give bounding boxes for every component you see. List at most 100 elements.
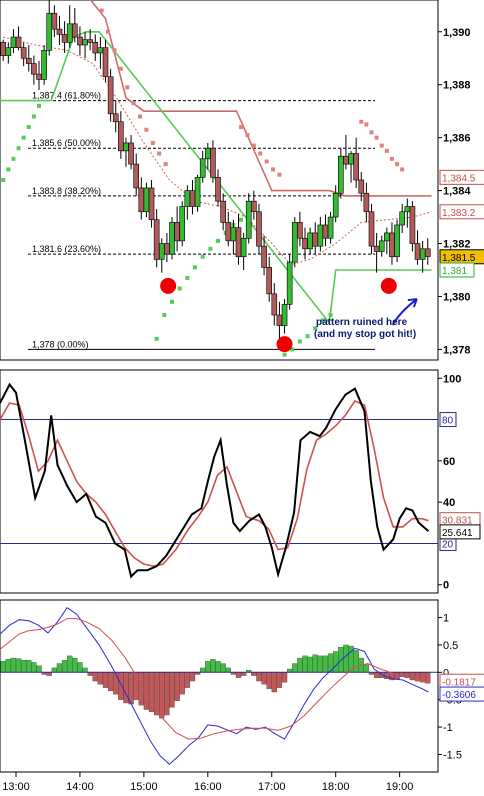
candle-body xyxy=(158,243,165,260)
candle-body xyxy=(169,222,175,255)
candle-body xyxy=(235,227,242,258)
macd-hist-bar xyxy=(159,672,165,719)
candle-body xyxy=(271,293,278,316)
macd-hist-bar xyxy=(215,661,221,673)
macd-hist-bar xyxy=(235,672,242,678)
psar-red-dot xyxy=(400,167,405,172)
candle xyxy=(286,254,293,310)
candle-body xyxy=(266,267,272,295)
psar-green-dot xyxy=(185,275,190,280)
price-tick-5: 1,380 xyxy=(443,291,471,303)
macd-hist-bar xyxy=(92,672,98,682)
candle-body xyxy=(92,42,99,54)
macd-hist-bar xyxy=(107,672,114,692)
candle-body xyxy=(384,232,390,242)
marker-dot-0 xyxy=(160,277,177,294)
psar-green-dot xyxy=(37,103,42,108)
macd-tick-5: -1.5 xyxy=(443,749,462,761)
candle-body xyxy=(302,237,308,250)
candle-body xyxy=(291,222,298,263)
macd-hist-bar xyxy=(51,667,58,673)
psar-red-dot xyxy=(364,122,369,127)
stochastic-panel[interactable]: 10060400802030.83125.641 xyxy=(0,369,481,594)
psar-green-dot xyxy=(16,146,21,151)
macd-hist-bar xyxy=(123,672,129,704)
macd-hist-bar xyxy=(113,672,119,695)
macd-hist-bar xyxy=(61,660,68,673)
candle-body xyxy=(327,216,334,239)
candle-body xyxy=(322,224,329,239)
time-tick-1: 14:00 xyxy=(66,781,94,793)
candle-body xyxy=(409,206,416,244)
macd-hist-bar xyxy=(256,672,262,682)
candle xyxy=(394,219,400,263)
candle-body xyxy=(363,192,370,213)
candle xyxy=(143,182,150,218)
time-tick-6: 19:00 xyxy=(386,781,414,793)
candle-body xyxy=(179,206,186,242)
macd-tick-1: 0.5 xyxy=(443,640,458,652)
candle xyxy=(179,201,186,247)
candle-body xyxy=(87,39,93,43)
price-panel[interactable]: 1,387.4 (61.80%) 1,385.6 (50.00%) 1,383.8 … xyxy=(0,0,484,361)
candle-body xyxy=(240,237,247,258)
price-tick-2: 1,386 xyxy=(443,133,471,145)
candle-body xyxy=(133,163,139,189)
candle-body xyxy=(215,177,221,202)
psar-green-dot xyxy=(170,299,175,304)
candle-body xyxy=(128,142,134,165)
time-tick-3: 16:00 xyxy=(194,781,222,793)
candle-body xyxy=(251,200,257,213)
macd-hist-bar xyxy=(276,672,283,688)
macd-hist-bar xyxy=(297,657,303,673)
candle-body xyxy=(97,47,104,54)
macd-hist-bar xyxy=(72,657,78,673)
candle-body xyxy=(82,39,88,46)
candle-body xyxy=(36,73,42,80)
macd-hist-bar xyxy=(169,672,175,708)
psar-green-dot xyxy=(208,246,213,251)
candle-body xyxy=(281,304,288,326)
macd-hist-bar xyxy=(302,655,308,673)
psar-red-dot xyxy=(245,133,250,137)
macd-hist-bar xyxy=(5,659,11,673)
macd-hist-bar xyxy=(322,655,329,673)
annotation-line-2: (and my stop got hit!) xyxy=(314,329,416,340)
candle-body xyxy=(286,261,293,305)
macd-hist-bar xyxy=(266,672,272,689)
macd-hist-bar xyxy=(261,672,267,685)
macd-hist-bar xyxy=(56,663,63,673)
psar-red-dot xyxy=(384,148,389,153)
stoch-tick-0: 100 xyxy=(443,373,461,385)
price-tick-4: 1,382 xyxy=(443,239,471,251)
psar-red-dot xyxy=(379,143,384,148)
marker-dot-2 xyxy=(380,277,397,294)
macd-hist-bar xyxy=(271,672,277,693)
candle-body xyxy=(424,248,431,258)
candle-body xyxy=(123,142,129,152)
candle-body xyxy=(31,63,37,75)
psar-red-dot xyxy=(118,66,123,71)
time-tick-5: 18:00 xyxy=(322,781,350,793)
fib-label-3: 1,381.6 (23.60%) xyxy=(32,244,101,254)
stoch-tick-2: 60 xyxy=(443,456,455,468)
psar-red-dot xyxy=(374,135,379,140)
candle-body xyxy=(61,34,68,43)
macd-tick-4: -1 xyxy=(443,722,453,734)
fib-label-1: 1,385.6 (50.00%) xyxy=(32,138,101,148)
price-tag-3: 1,381 xyxy=(442,266,467,277)
macd-hist-bar xyxy=(220,663,226,673)
psar-red-dot xyxy=(395,162,400,167)
candle-body xyxy=(404,206,411,213)
macd-panel[interactable]: 10.50-0.5-1-1.5-0.1817-0.3606 xyxy=(0,599,484,773)
psar-green-dot xyxy=(200,254,205,259)
candle-body xyxy=(297,222,303,239)
candle-body xyxy=(368,211,375,247)
psar-green-dot xyxy=(297,339,302,344)
psar-red-dot xyxy=(99,8,104,13)
candle-body xyxy=(348,153,354,165)
candle-body xyxy=(256,211,262,247)
macd-hist-bar xyxy=(26,660,32,673)
macd-hist-bar xyxy=(128,672,134,705)
psar-red-dot xyxy=(138,114,143,119)
